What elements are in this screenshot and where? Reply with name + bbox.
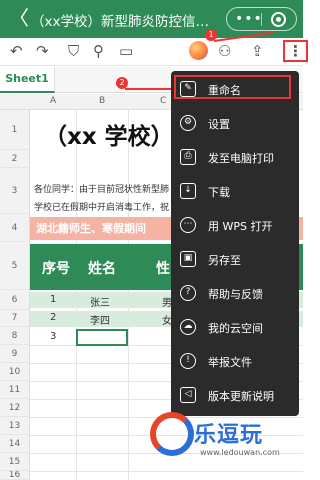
- download-icon: ↓: [180, 183, 196, 199]
- capsule-divider: [261, 13, 262, 26]
- watermark: 乐逗玩 www.ledouwan.com: [150, 412, 300, 472]
- row-header[interactable]: 8: [0, 327, 30, 345]
- header-cell[interactable]: 性: [156, 258, 170, 278]
- menu-item-label: 我的云空间: [208, 322, 263, 335]
- menu-item-label: 用 WPS 打开: [208, 220, 273, 233]
- present-icon[interactable]: ▭: [119, 42, 133, 60]
- menu-item-settings[interactable]: ⚙ 设置: [171, 108, 299, 139]
- menu-item-report[interactable]: ! 举报文件: [171, 346, 299, 377]
- menu-item-label: 版本更新说明: [208, 390, 274, 403]
- row-header[interactable]: 3: [0, 168, 30, 214]
- avatar[interactable]: [189, 41, 208, 60]
- help-icon: ?: [180, 285, 196, 301]
- redo-icon[interactable]: ↷: [36, 42, 49, 60]
- notice-line-1[interactable]: 各位同学：由于目前冠状性新型肺: [34, 181, 169, 199]
- row-header[interactable]: 2: [0, 150, 30, 168]
- table-cell[interactable]: 张三: [90, 294, 110, 309]
- cloud-icon: ☁: [180, 319, 196, 335]
- table-cell[interactable]: 李四: [90, 312, 110, 327]
- table-cell[interactable]: 1: [50, 294, 56, 305]
- row-header[interactable]: 11: [0, 381, 30, 399]
- column-header[interactable]: A: [50, 96, 56, 106]
- menu-item-label: 举报文件: [208, 356, 252, 369]
- row-header[interactable]: 13: [0, 417, 30, 435]
- menu-item-rename[interactable]: ✎ 重命名: [171, 74, 299, 105]
- report-icon: !: [180, 353, 196, 369]
- gear-icon: ⚙: [180, 115, 196, 131]
- header-cell[interactable]: 序号: [42, 258, 70, 278]
- capsule-close-icon[interactable]: [271, 12, 286, 27]
- notice-line-2[interactable]: 学校已在假期中开启消毒工作，祝: [34, 199, 169, 217]
- row-header[interactable]: 1: [0, 110, 30, 150]
- row-header[interactable]: 9: [0, 345, 30, 363]
- row-header[interactable]: 15: [0, 453, 30, 471]
- back-icon[interactable]: 〈: [9, 7, 29, 29]
- title-bar: 〈 （xx学校）新型肺炎防控信… •••: [0, 0, 303, 38]
- menu-item-help[interactable]: ? 帮助与反馈: [171, 278, 299, 309]
- row-header[interactable]: 7: [0, 310, 30, 327]
- header-cell[interactable]: 姓名: [88, 258, 116, 278]
- save-icon: ▣: [180, 251, 196, 267]
- row-header[interactable]: 5: [0, 242, 30, 290]
- tab-sheet1[interactable]: Sheet1: [0, 67, 55, 93]
- menu-item-label: 下载: [208, 186, 230, 199]
- column-header[interactable]: B: [99, 96, 105, 106]
- share-icon[interactable]: ⇪: [251, 42, 264, 60]
- more-icon[interactable]: ⋮: [283, 40, 308, 62]
- row-header[interactable]: 14: [0, 435, 30, 453]
- column-header[interactable]: C: [160, 96, 166, 106]
- search-icon[interactable]: ⚲: [93, 42, 104, 60]
- table-cell[interactable]: 3: [50, 331, 56, 342]
- capsule-more-icon[interactable]: •••: [235, 11, 263, 27]
- document-title: （xx学校）新型肺炎防控信…: [31, 14, 209, 30]
- menu-item-label: 另存至: [208, 254, 241, 267]
- menu-item-release-notes[interactable]: ◁ 版本更新说明: [171, 380, 299, 411]
- toolbar: ↶ ↷ ⛉ ⚲ ▭ 1 ⚇ ⇪ ⋮: [0, 29, 308, 66]
- add-user-icon[interactable]: ⚇: [218, 42, 231, 60]
- menu-item-download[interactable]: ↓ 下载: [171, 176, 299, 207]
- menu-item-label: 发至电脑打印: [208, 152, 274, 165]
- row-header[interactable]: 12: [0, 399, 30, 417]
- printer-icon: ⎙: [180, 149, 196, 165]
- highlight-box: [174, 75, 291, 99]
- watermark-url: www.ledouwan.com: [200, 448, 280, 457]
- menu-item-label: 设置: [208, 118, 230, 131]
- row-header[interactable]: 4: [0, 214, 30, 242]
- filter-icon[interactable]: ⛉: [68, 42, 79, 60]
- wps-icon: ⋯: [180, 217, 196, 233]
- speaker-icon: ◁: [180, 387, 196, 403]
- table-cell[interactable]: 2: [50, 312, 56, 323]
- menu-item-open-wps[interactable]: ⋯ 用 WPS 打开: [171, 210, 299, 241]
- row-header[interactable]: 6: [0, 290, 30, 310]
- annotation-arrow-2: [125, 88, 177, 90]
- selected-cell[interactable]: [76, 329, 128, 346]
- watermark-logo-icon: [150, 412, 194, 456]
- step-badge-2: 2: [116, 77, 128, 89]
- row-header[interactable]: 16: [0, 471, 30, 480]
- menu-item-save-as[interactable]: ▣ 另存至: [171, 244, 299, 275]
- watermark-name: 乐逗玩: [194, 423, 264, 448]
- menu-item-label: 帮助与反馈: [208, 288, 263, 301]
- menu-item-cloud[interactable]: ☁ 我的云空间: [171, 312, 299, 343]
- more-menu: ✎ 重命名 ⚙ 设置 ⎙ 发至电脑打印 ↓ 下载 ⋯ 用 WPS 打开 ▣ 另存…: [171, 71, 299, 416]
- row-header[interactable]: 10: [0, 363, 30, 381]
- undo-icon[interactable]: ↶: [10, 42, 23, 60]
- miniprogram-capsule: •••: [226, 7, 297, 31]
- menu-item-print[interactable]: ⎙ 发至电脑打印: [171, 142, 299, 173]
